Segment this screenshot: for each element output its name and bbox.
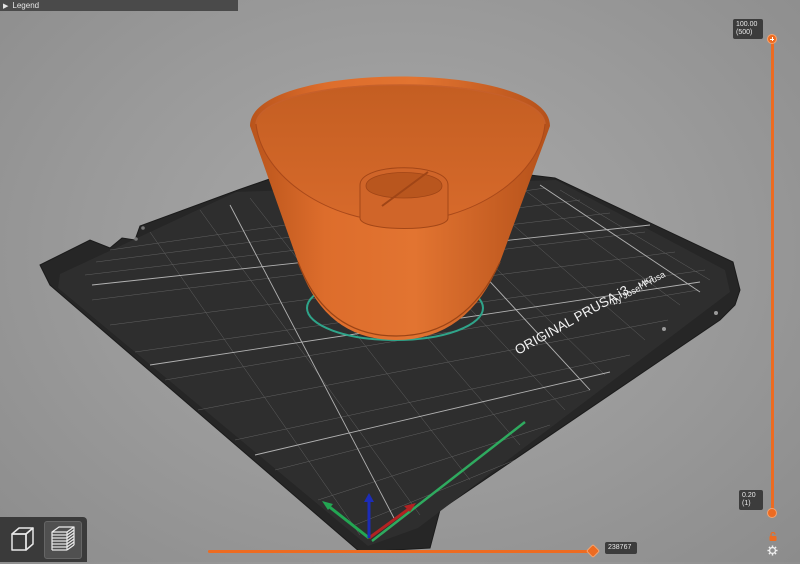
triangle-right-icon: ▶ xyxy=(3,3,9,10)
bottom-height-value: 0.20 xyxy=(742,492,756,499)
bottom-layer-label: 0.20 (1) xyxy=(739,490,763,510)
top-height-value: 100.00 xyxy=(736,21,758,28)
gear-icon[interactable] xyxy=(767,545,778,556)
view-3d-button[interactable] xyxy=(3,521,41,559)
legend-toggle[interactable]: ▶ Legend xyxy=(0,0,238,11)
lock-icon[interactable] xyxy=(768,532,778,542)
layer-slider-track[interactable] xyxy=(771,38,774,514)
view-toggle xyxy=(0,517,87,562)
legend-label: Legend xyxy=(12,1,40,10)
bottom-layer-number: (1) xyxy=(742,500,751,507)
layers-icon xyxy=(51,526,75,551)
move-slider-value: 238767 xyxy=(608,544,632,551)
layer-slider-bottom-handle[interactable] xyxy=(767,508,777,518)
top-layer-label: 100.00 (500) xyxy=(733,19,763,39)
cube-icon xyxy=(11,527,34,551)
layer-slider-top-handle[interactable] xyxy=(767,34,777,44)
view-preview-button[interactable] xyxy=(44,521,82,559)
move-slider-value-label: 238767 xyxy=(605,542,637,554)
3d-viewport[interactable]: ORIGINAL PRUSA i3 MK3 by Josef Prusa xyxy=(0,0,800,562)
move-slider-track[interactable] xyxy=(208,550,595,553)
top-layer-number: (500) xyxy=(736,29,753,36)
